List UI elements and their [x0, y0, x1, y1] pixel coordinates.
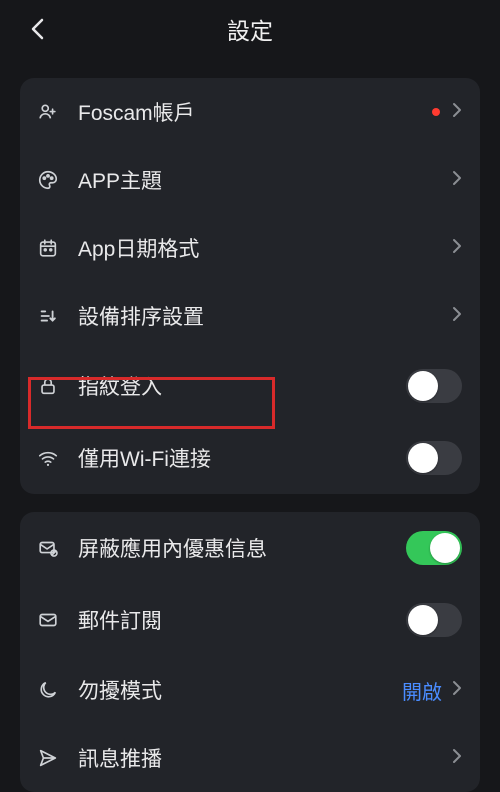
notification-dot	[432, 108, 440, 116]
settings-group-1: Foscam帳戶 APP主題 App日期格式 設備排序設置	[20, 78, 480, 494]
chevron-right-icon	[452, 680, 462, 701]
chevron-right-icon	[452, 170, 462, 191]
row-label: 設備排序設置	[78, 301, 452, 331]
chevron-right-icon	[452, 748, 462, 769]
row-date-format[interactable]: App日期格式	[20, 214, 480, 282]
wifi-icon	[36, 446, 60, 470]
chevron-left-icon	[30, 18, 44, 40]
row-foscam-account[interactable]: Foscam帳戶	[20, 78, 480, 146]
row-do-not-disturb[interactable]: 勿擾模式 開啟	[20, 656, 480, 724]
header: 設定	[0, 0, 500, 58]
send-icon	[36, 746, 60, 770]
row-mail-subscription[interactable]: 郵件訂閱	[20, 584, 480, 656]
lock-icon	[36, 374, 60, 398]
row-label: 勿擾模式	[78, 675, 402, 705]
chevron-right-icon	[452, 238, 462, 259]
back-button[interactable]	[22, 14, 52, 44]
toggle-knob	[408, 371, 438, 401]
row-label: 郵件訂閱	[78, 605, 406, 635]
row-app-theme[interactable]: APP主題	[20, 146, 480, 214]
sort-icon	[36, 304, 60, 328]
block-promo-toggle[interactable]	[406, 531, 462, 565]
mail-block-icon	[36, 536, 60, 560]
moon-icon	[36, 678, 60, 702]
page-title: 設定	[227, 12, 273, 46]
mail-subscription-toggle[interactable]	[406, 603, 462, 637]
row-label: 訊息推播	[78, 743, 452, 773]
chevron-right-icon	[452, 102, 462, 123]
settings-content: Foscam帳戶 APP主題 App日期格式 設備排序設置	[0, 58, 500, 792]
account-icon	[36, 100, 60, 124]
row-wifi-only[interactable]: 僅用Wi-Fi連接	[20, 422, 480, 494]
row-fingerprint-login[interactable]: 指紋登入	[20, 350, 480, 422]
row-block-promo[interactable]: 屏蔽應用內優惠信息	[20, 512, 480, 584]
calendar-icon	[36, 236, 60, 260]
row-label: App日期格式	[78, 233, 452, 263]
toggle-knob	[408, 443, 438, 473]
chevron-right-icon	[452, 306, 462, 327]
settings-group-2: 屏蔽應用內優惠信息 郵件訂閱 勿擾模式 開啟 訊息推播	[20, 512, 480, 792]
toggle-knob	[430, 533, 460, 563]
fingerprint-toggle[interactable]	[406, 369, 462, 403]
toggle-knob	[408, 605, 438, 635]
row-label: Foscam帳戶	[78, 97, 432, 127]
row-value: 開啟	[402, 676, 442, 705]
row-message-push[interactable]: 訊息推播	[20, 724, 480, 792]
mail-icon	[36, 608, 60, 632]
palette-icon	[36, 168, 60, 192]
row-label: APP主題	[78, 165, 452, 195]
row-device-order[interactable]: 設備排序設置	[20, 282, 480, 350]
row-label: 指紋登入	[78, 371, 406, 401]
row-label: 僅用Wi-Fi連接	[78, 443, 406, 473]
wifi-only-toggle[interactable]	[406, 441, 462, 475]
row-label: 屏蔽應用內優惠信息	[78, 533, 406, 563]
